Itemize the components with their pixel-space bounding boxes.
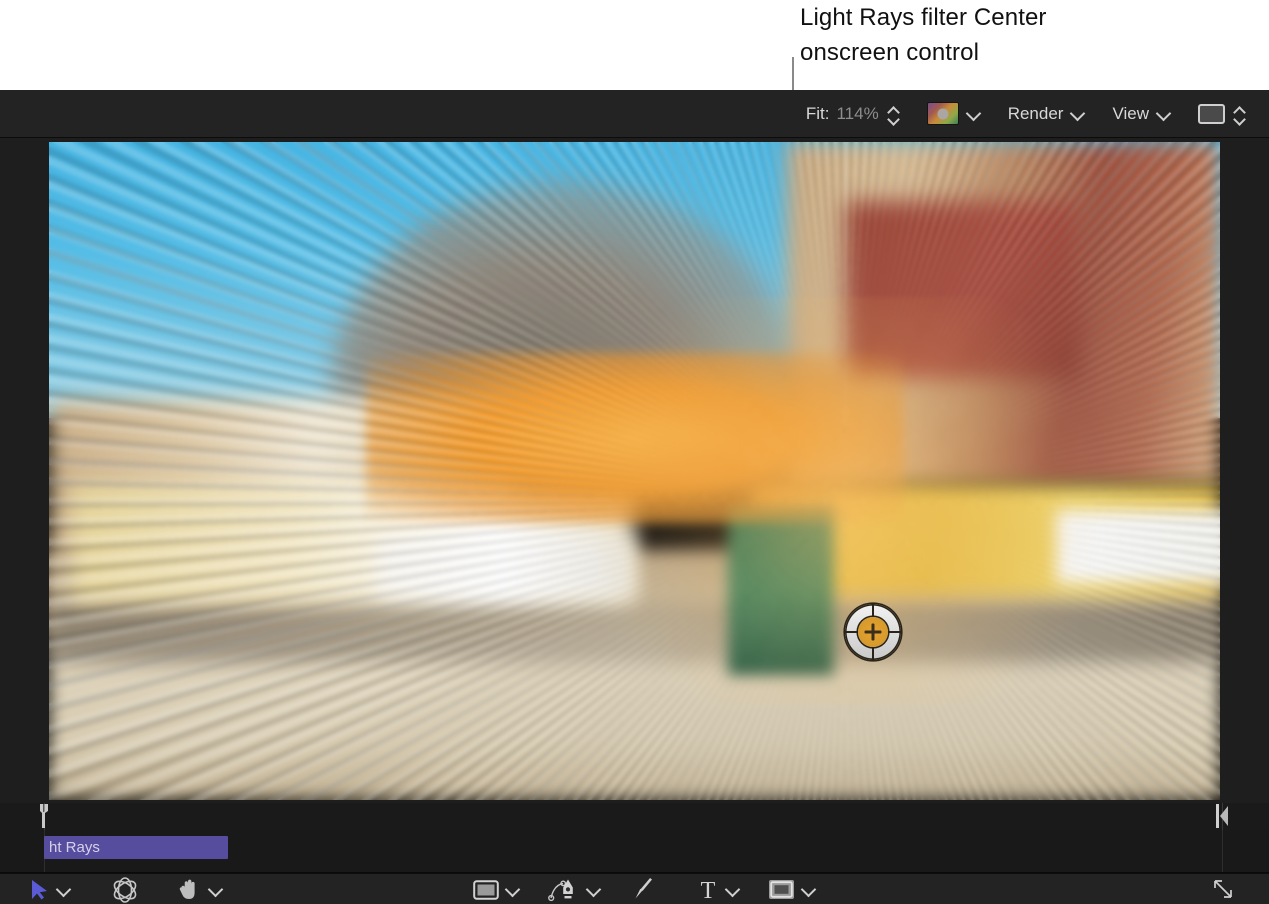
text-tool[interactable]: T bbox=[697, 874, 741, 904]
shape-tool[interactable] bbox=[473, 874, 521, 904]
timeline-track-divider-right bbox=[1222, 830, 1223, 872]
diagonal-resize-icon bbox=[1214, 879, 1232, 898]
render-menu[interactable]: Render bbox=[1008, 104, 1087, 124]
zoom-fit-control[interactable]: Fit: 114% bbox=[806, 104, 901, 124]
arrow-cursor-icon bbox=[32, 879, 47, 899]
screenshot-root: Light Rays filter Center onscreen contro… bbox=[0, 0, 1269, 904]
transform-tool[interactable] bbox=[110, 874, 140, 904]
motion-app-window: Fit: 114% Render View ht Rays T bbox=[0, 90, 1269, 904]
color-swatch-icon[interactable] bbox=[926, 102, 959, 125]
callout-label: Light Rays filter Center onscreen contro… bbox=[800, 4, 1047, 66]
background-control[interactable] bbox=[1198, 103, 1247, 124]
chevron-down-icon bbox=[888, 114, 901, 123]
image-orange-core bbox=[365, 352, 904, 524]
up-down-stepper-icon[interactable] bbox=[888, 105, 901, 123]
chevron-down-icon[interactable] bbox=[586, 884, 602, 895]
chevron-down-icon[interactable] bbox=[1070, 108, 1086, 119]
bezier-tool[interactable] bbox=[548, 874, 602, 904]
image-white-left bbox=[376, 536, 635, 597]
crosshair-tick-bottom bbox=[872, 647, 874, 660]
chevron-down-icon[interactable] bbox=[725, 884, 741, 895]
mask-rectangle-icon bbox=[769, 880, 794, 899]
chevron-up-icon bbox=[888, 105, 901, 114]
zoom-fit-label: Fit: bbox=[805, 103, 830, 123]
pen-nib-icon bbox=[548, 879, 573, 901]
playhead-marker-icon[interactable] bbox=[36, 804, 50, 828]
end-marker-icon[interactable] bbox=[1216, 804, 1230, 828]
color-swatch-control[interactable] bbox=[926, 102, 982, 125]
chevron-down-icon[interactable] bbox=[1156, 108, 1172, 119]
background-swatch-icon[interactable] bbox=[1198, 103, 1225, 124]
resize-handle[interactable] bbox=[1211, 874, 1235, 904]
render-menu-label: Render bbox=[1007, 103, 1064, 123]
paintbrush-icon bbox=[635, 877, 652, 898]
image-white-right bbox=[1056, 510, 1220, 583]
chevron-down-icon[interactable] bbox=[801, 884, 817, 895]
viewer-canvas[interactable] bbox=[49, 142, 1220, 800]
plus-icon-vertical bbox=[871, 623, 875, 641]
image-green-center bbox=[728, 503, 834, 675]
chevron-down-icon[interactable] bbox=[505, 884, 521, 895]
chevron-down-icon[interactable] bbox=[208, 884, 224, 895]
up-down-stepper-icon[interactable] bbox=[1234, 105, 1247, 123]
view-menu-label: View bbox=[1112, 103, 1149, 123]
orbit-3d-icon bbox=[113, 876, 137, 903]
rectangle-icon bbox=[473, 879, 499, 900]
chevron-down-icon bbox=[1234, 114, 1247, 123]
crosshair-tick-top bbox=[872, 604, 874, 617]
light-rays-center-control[interactable] bbox=[845, 604, 901, 660]
composited-image bbox=[49, 142, 1220, 800]
crosshair-tick-right bbox=[888, 631, 901, 633]
mask-tool[interactable] bbox=[768, 874, 817, 904]
zoom-fit-value: 114% bbox=[836, 103, 879, 123]
chevron-down-icon[interactable] bbox=[966, 108, 982, 119]
timeline-clip-label: ht Rays bbox=[49, 839, 100, 856]
svg-text:T: T bbox=[701, 878, 716, 902]
image-dark-band bbox=[49, 602, 1220, 662]
crosshair-tick-left bbox=[845, 631, 858, 633]
chevron-up-icon bbox=[1234, 105, 1247, 114]
timeline-ruler[interactable] bbox=[0, 803, 1269, 831]
view-menu[interactable]: View bbox=[1112, 104, 1172, 124]
chevron-down-icon[interactable] bbox=[56, 884, 72, 895]
tools-toolbar: T bbox=[0, 873, 1269, 904]
text-t-icon: T bbox=[701, 878, 716, 902]
paint-tool[interactable] bbox=[630, 874, 656, 904]
timeline-clip-light-rays[interactable]: ht Rays bbox=[44, 836, 228, 859]
viewer-toolbar: Fit: 114% Render View bbox=[0, 90, 1269, 138]
pan-tool[interactable] bbox=[176, 874, 224, 904]
hand-icon bbox=[179, 879, 195, 899]
select-tool[interactable] bbox=[30, 874, 72, 904]
